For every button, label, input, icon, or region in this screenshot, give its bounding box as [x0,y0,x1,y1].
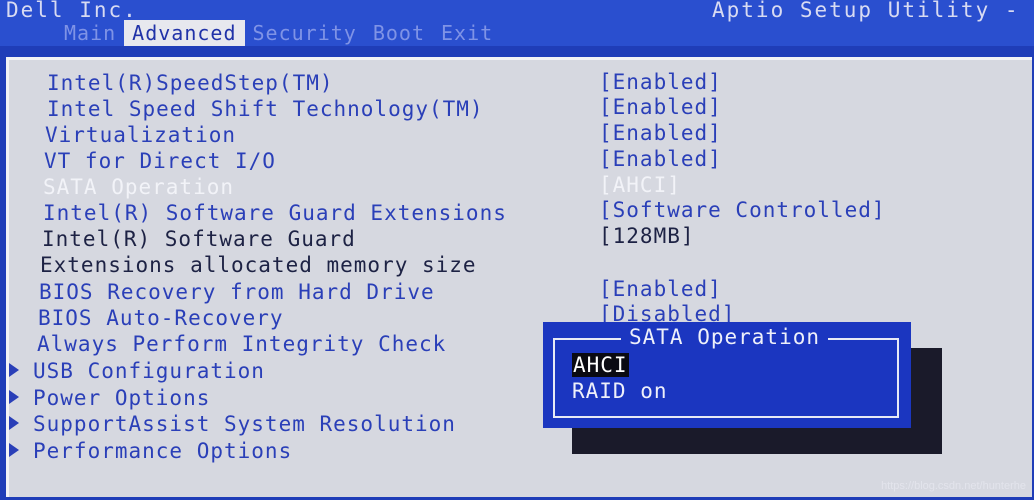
submenu-supportassist-label: SupportAssist System Resolution [33,412,456,436]
header-bar: Dell Inc. Aptio Setup Utility - A Main A… [0,0,1034,46]
tab-exit[interactable]: Exit [433,20,501,46]
setting-integrity-check[interactable]: Always Perform Integrity Check [37,332,446,356]
tab-boot[interactable]: Boot [365,20,433,46]
setting-virtualization[interactable]: Virtualization [45,123,236,147]
popup-title: SATA Operation [621,325,829,349]
tab-bar: Main Advanced Security Boot Exit [56,20,501,46]
setting-vt-direct-io-value[interactable]: [Enabled] [599,147,722,171]
watermark: https://blog.csdn.net/hunterhe [881,480,1026,492]
submenu-usb-configuration-label: USB Configuration [33,359,265,383]
submenu-performance-options-label: Performance Options [33,439,293,463]
setting-bios-recovery[interactable]: BIOS Recovery from Hard Drive [39,280,435,304]
tab-main[interactable]: Main [56,20,124,46]
popup-option-ahci[interactable]: AHCI [572,353,629,377]
submenu-usb-configuration[interactable]: USB Configuration [9,359,265,383]
setting-speedstep-value[interactable]: [Enabled] [599,70,722,94]
setting-speed-shift[interactable]: Intel Speed Shift Technology(TM) [47,97,484,121]
setting-bios-recovery-value[interactable]: [Enabled] [599,277,722,301]
setting-sgx[interactable]: Intel(R) Software Guard Extensions [43,201,507,225]
tab-advanced[interactable]: Advanced [124,20,245,46]
setting-sata-operation[interactable]: SATA Operation [43,175,234,199]
submenu-arrow-icon [9,363,19,377]
submenu-arrow-icon [9,390,19,404]
popup-option-raid-on[interactable]: RAID on [572,379,668,403]
setting-speedstep[interactable]: Intel(R)SpeedStep(TM) [47,71,334,95]
submenu-power-options-label: Power Options [33,386,211,410]
utility-title: Aptio Setup Utility - A [712,0,1034,22]
tab-security[interactable]: Security [245,20,365,46]
vendor-name: Dell Inc. [6,0,138,22]
setting-virtualization-value[interactable]: [Enabled] [599,121,722,145]
setting-sgx-memory[interactable]: Intel(R) Software Guard [42,227,356,251]
setting-speed-shift-value[interactable]: [Enabled] [599,95,722,119]
submenu-arrow-icon [9,416,19,430]
setting-vt-direct-io[interactable]: VT for Direct I/O [44,149,276,173]
submenu-power-options[interactable]: Power Options [9,386,210,410]
sata-operation-popup: SATA Operation AHCI RAID on [543,322,911,428]
bios-screen: Dell Inc. Aptio Setup Utility - A Main A… [0,0,1034,500]
submenu-supportassist[interactable]: SupportAssist System Resolution [9,412,456,436]
setting-sgx-memory-value[interactable]: [128MB] [599,224,695,248]
submenu-arrow-icon [9,443,19,457]
setting-sata-operation-value[interactable]: [AHCI] [599,173,681,197]
setting-bios-auto-recovery[interactable]: BIOS Auto-Recovery [38,306,284,330]
submenu-performance-options[interactable]: Performance Options [9,439,292,463]
setting-sgx-memory-line2: Extensions allocated memory size [40,253,477,277]
popup-frame [553,338,899,418]
setting-sgx-value[interactable]: [Software Controlled] [599,198,886,222]
